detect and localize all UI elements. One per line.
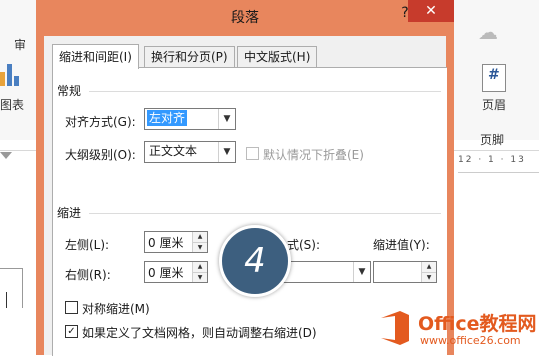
spin-down-icon[interactable]: ▼	[193, 272, 207, 282]
right-indent-label: 右侧(R):	[65, 268, 111, 282]
cloud-icon: ☁	[478, 20, 498, 44]
collapse-default-label: 默认情况下折叠(E)	[263, 148, 364, 162]
page-corner-mark	[0, 268, 22, 269]
alignment-label: 对齐方式(G):	[65, 115, 136, 129]
left-indent-value: 0 厘米	[148, 236, 184, 250]
outline-level-select[interactable]: 正文文本 ▼	[144, 141, 236, 163]
collapse-default-checkbox[interactable]	[246, 147, 259, 160]
chart-icon[interactable]	[0, 62, 22, 86]
outline-level-label: 大纲级别(O):	[65, 148, 136, 162]
chevron-down-icon[interactable]: ▼	[218, 142, 235, 162]
indent-by-label: 缩进值(Y):	[373, 238, 430, 252]
header-button-label[interactable]: 页眉	[482, 96, 506, 113]
auto-adjust-indent-label: 如果定义了文档网格，则自动调整右缩进(D)	[82, 326, 317, 340]
watermark-url: www.office26.com	[420, 334, 521, 347]
watermark-brand: Office教程网	[418, 313, 537, 335]
auto-adjust-indent-checkbox[interactable]: ✓	[65, 325, 78, 338]
close-button[interactable]: ✕	[408, 0, 454, 22]
office26-watermark: Office教程网 www.office26.com	[372, 303, 539, 355]
chevron-down-icon[interactable]: ▼	[218, 109, 235, 129]
ruler-right-ticks: 12 · 1 · 13	[458, 155, 526, 165]
step-number: 4	[244, 241, 266, 281]
right-indent-value: 0 厘米	[148, 266, 184, 280]
indent-by-spinner[interactable]: ▲ ▼	[373, 261, 437, 283]
chart-button-label[interactable]: 图表	[0, 96, 24, 113]
right-indent-spin-buttons[interactable]: ▲ ▼	[192, 262, 207, 282]
outline-level-value: 正文文本	[149, 144, 198, 158]
document-area[interactable]	[0, 172, 35, 355]
text-caret	[6, 292, 7, 308]
left-indent-spin-buttons[interactable]: ▲ ▼	[192, 232, 207, 252]
dialog-titlebar[interactable]: 段落 ? ✕	[36, 0, 454, 36]
spin-down-icon[interactable]: ▼	[193, 242, 207, 252]
tab-asian-typography[interactable]: 中文版式(H)	[237, 46, 318, 68]
mirror-indents-checkbox[interactable]	[65, 301, 78, 314]
spin-up-icon[interactable]: ▲	[193, 262, 207, 272]
indent-group-divider	[89, 213, 441, 214]
spin-up-icon[interactable]: ▲	[422, 262, 436, 272]
general-group-divider	[89, 91, 441, 92]
tab-line-page-breaks[interactable]: 换行和分页(P)	[144, 46, 235, 68]
page-corner-mark-vertical	[22, 268, 23, 308]
left-indent-label: 左侧(L):	[65, 238, 110, 252]
alignment-select[interactable]: 左对齐 ▼	[144, 108, 236, 130]
indent-marker-icon[interactable]	[0, 152, 12, 159]
right-indent-spinner[interactable]: 0 厘米 ▲ ▼	[144, 261, 208, 283]
step-number-badge: 4	[219, 225, 291, 297]
mirror-indents-label: 对称缩进(M)	[82, 302, 150, 316]
paragraph-dialog: 段落 ? ✕ 缩进和间距(I) 换行和分页(P) 中文版式(H) 常规 对齐方式…	[36, 0, 454, 356]
special-indent-label: 式(S):	[287, 238, 321, 252]
header-icon[interactable]: #	[482, 64, 506, 92]
footer-button-label[interactable]: 页脚	[480, 131, 504, 148]
general-group-label: 常规	[57, 84, 82, 98]
indent-by-spin-buttons[interactable]: ▲ ▼	[421, 262, 436, 282]
chevron-down-icon[interactable]: ▼	[353, 262, 370, 282]
ruler-right-line	[458, 172, 539, 173]
indent-group-label: 缩进	[57, 206, 82, 220]
ribbon-tab-review[interactable]: 审	[14, 36, 26, 53]
spin-down-icon[interactable]: ▼	[422, 272, 436, 282]
office-logo-icon	[381, 311, 409, 345]
tab-indents-spacing[interactable]: 缩进和间距(I)	[52, 44, 139, 69]
alignment-value: 左对齐	[147, 110, 188, 126]
left-indent-spinner[interactable]: 0 厘米 ▲ ▼	[144, 231, 208, 253]
spin-up-icon[interactable]: ▲	[193, 232, 207, 242]
